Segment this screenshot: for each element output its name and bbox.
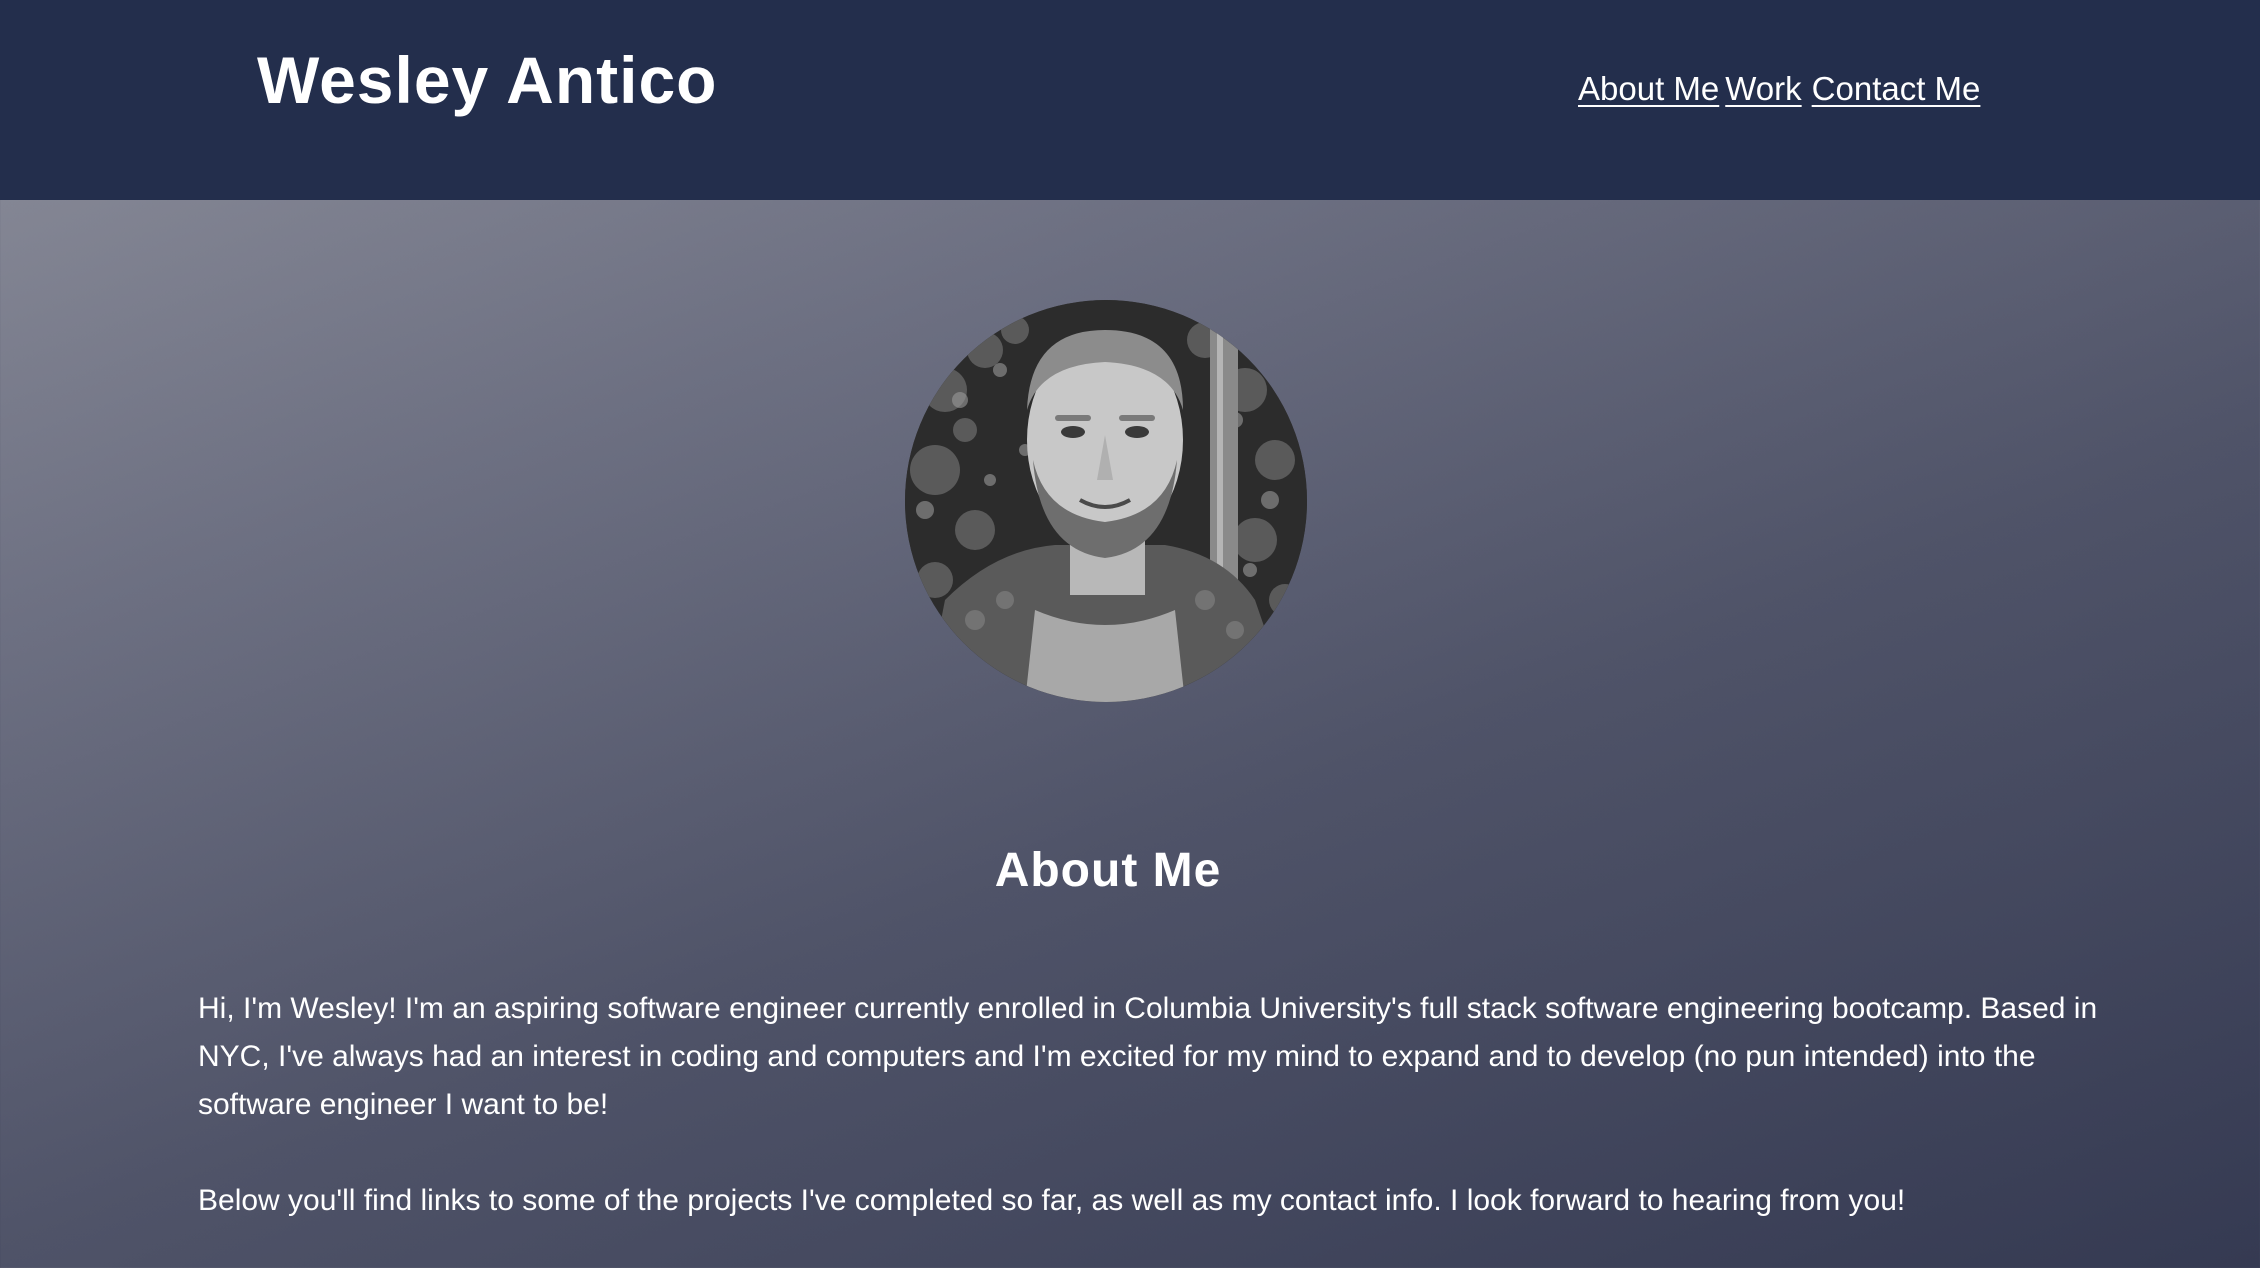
about-section: Hi, I'm Wesley! I'm an aspiring software… bbox=[198, 985, 2098, 1268]
about-paragraph-projects: Below you'll find links to some of the p… bbox=[198, 1184, 1906, 1217]
nav-link-about-me[interactable]: About Me bbox=[1578, 70, 1719, 108]
site-title: Wesley Antico bbox=[257, 43, 718, 117]
main-nav: About Me Work Contact Me bbox=[1578, 70, 1980, 108]
profile-photo bbox=[905, 300, 1307, 702]
site-header: Wesley Antico About Me Work Contact Me bbox=[0, 0, 2260, 200]
nav-link-contact-me[interactable]: Contact Me bbox=[1812, 70, 1981, 108]
nav-link-work[interactable]: Work bbox=[1725, 70, 1801, 108]
about-paragraph-intro: Hi, I'm Wesley! I'm an aspiring software… bbox=[198, 992, 2098, 1121]
about-heading: About Me bbox=[994, 844, 1222, 897]
